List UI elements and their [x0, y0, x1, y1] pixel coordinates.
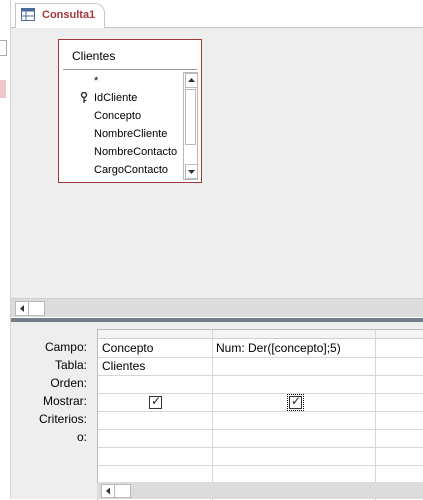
- query-grid[interactable]: Concepto Clientes Num: Der([concepto];5)…: [97, 329, 423, 500]
- scroll-thumb[interactable]: [114, 484, 131, 498]
- column-selector[interactable]: [98, 330, 213, 339]
- table-design-area[interactable]: Clientes * IdCliente Concepto NombreClie…: [11, 28, 423, 298]
- row-label-o: o:: [76, 430, 87, 444]
- campo-cell-1[interactable]: Concepto: [102, 340, 153, 357]
- nav-pane-item[interactable]: [0, 40, 7, 56]
- scroll-left-button[interactable]: [101, 484, 115, 498]
- table-field-list-clientes[interactable]: Clientes * IdCliente Concepto NombreClie…: [58, 39, 202, 183]
- field-list-scrollbar[interactable]: [183, 72, 198, 180]
- scroll-thumb[interactable]: [28, 301, 45, 316]
- mostrar-checkbox-1[interactable]: ✓: [149, 394, 162, 409]
- row-label-campo: Campo:: [44, 340, 87, 354]
- check-icon: ✓: [291, 394, 302, 408]
- scroll-thumb[interactable]: [185, 89, 196, 145]
- query-design-icon: [21, 8, 35, 21]
- grid-line: [212, 330, 213, 500]
- caret-down-icon: [188, 170, 195, 174]
- column-selector[interactable]: [213, 330, 376, 339]
- table-title: Clientes: [72, 49, 116, 63]
- nav-pane-selected-item[interactable]: [0, 80, 6, 98]
- grid-hscrollbar[interactable]: [97, 482, 423, 499]
- caret-left-icon: [106, 487, 110, 495]
- check-icon: ✓: [151, 394, 162, 408]
- scroll-left-button[interactable]: [15, 301, 29, 316]
- scroll-up-button[interactable]: [185, 73, 198, 88]
- query-design-grid-pane: Campo: Tabla: Orden: Mostrar: Criterios:…: [11, 322, 423, 500]
- field-idcliente[interactable]: IdCliente: [94, 90, 137, 106]
- tab-label: Consulta1: [42, 9, 96, 21]
- campo-cell-2[interactable]: Num: Der([concepto];5): [216, 340, 341, 357]
- navigation-pane-edge: [0, 0, 11, 499]
- grid-line: [375, 330, 376, 500]
- mostrar-checkbox-2[interactable]: ✓: [287, 394, 304, 411]
- field-nombrecontacto[interactable]: NombreContacto: [94, 144, 177, 160]
- title-separator: [63, 69, 197, 70]
- caret-left-icon: [20, 305, 24, 312]
- field-cargocontacto[interactable]: CargoContacto: [94, 162, 168, 178]
- row-label-mostrar: Mostrar:: [42, 394, 87, 408]
- tabla-cell-1[interactable]: Clientes: [102, 358, 145, 375]
- row-label-tabla: Tabla:: [54, 358, 87, 372]
- field-all[interactable]: *: [94, 73, 98, 89]
- row-label-orden: Orden:: [50, 376, 87, 390]
- primary-key-icon: [80, 92, 88, 103]
- field-concepto[interactable]: Concepto: [94, 108, 141, 124]
- row-label-criterios: Criterios:: [38, 412, 87, 426]
- column-selector[interactable]: [376, 330, 423, 339]
- scroll-down-button[interactable]: [185, 164, 198, 179]
- document-tab-bar: Consulta1: [11, 0, 423, 29]
- field-nombrecliente[interactable]: NombreCliente: [94, 126, 167, 142]
- caret-up-icon: [188, 78, 195, 82]
- design-area-hscrollbar[interactable]: [11, 298, 423, 317]
- tab-consulta1[interactable]: Consulta1: [15, 3, 105, 29]
